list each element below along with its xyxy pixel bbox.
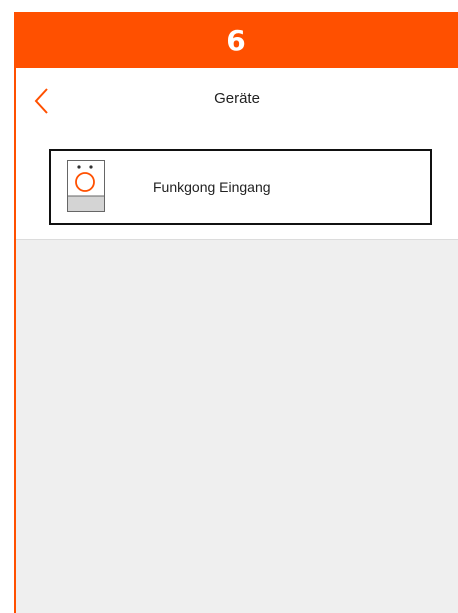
empty-content-area [16,240,458,613]
list-item[interactable]: Funkgong Eingang [49,149,432,225]
door-chime-icon [67,160,105,212]
device-list: Funkgong Eingang [16,134,458,240]
page-title: Geräte [214,90,260,107]
nav-bar: Geräte [16,68,458,135]
device-label: Funkgong Eingang [153,179,271,195]
step-number-banner: 6 [14,12,458,68]
step-number: 6 [226,23,246,57]
app-screen: Geräte Funkgong Eingang [14,68,458,613]
